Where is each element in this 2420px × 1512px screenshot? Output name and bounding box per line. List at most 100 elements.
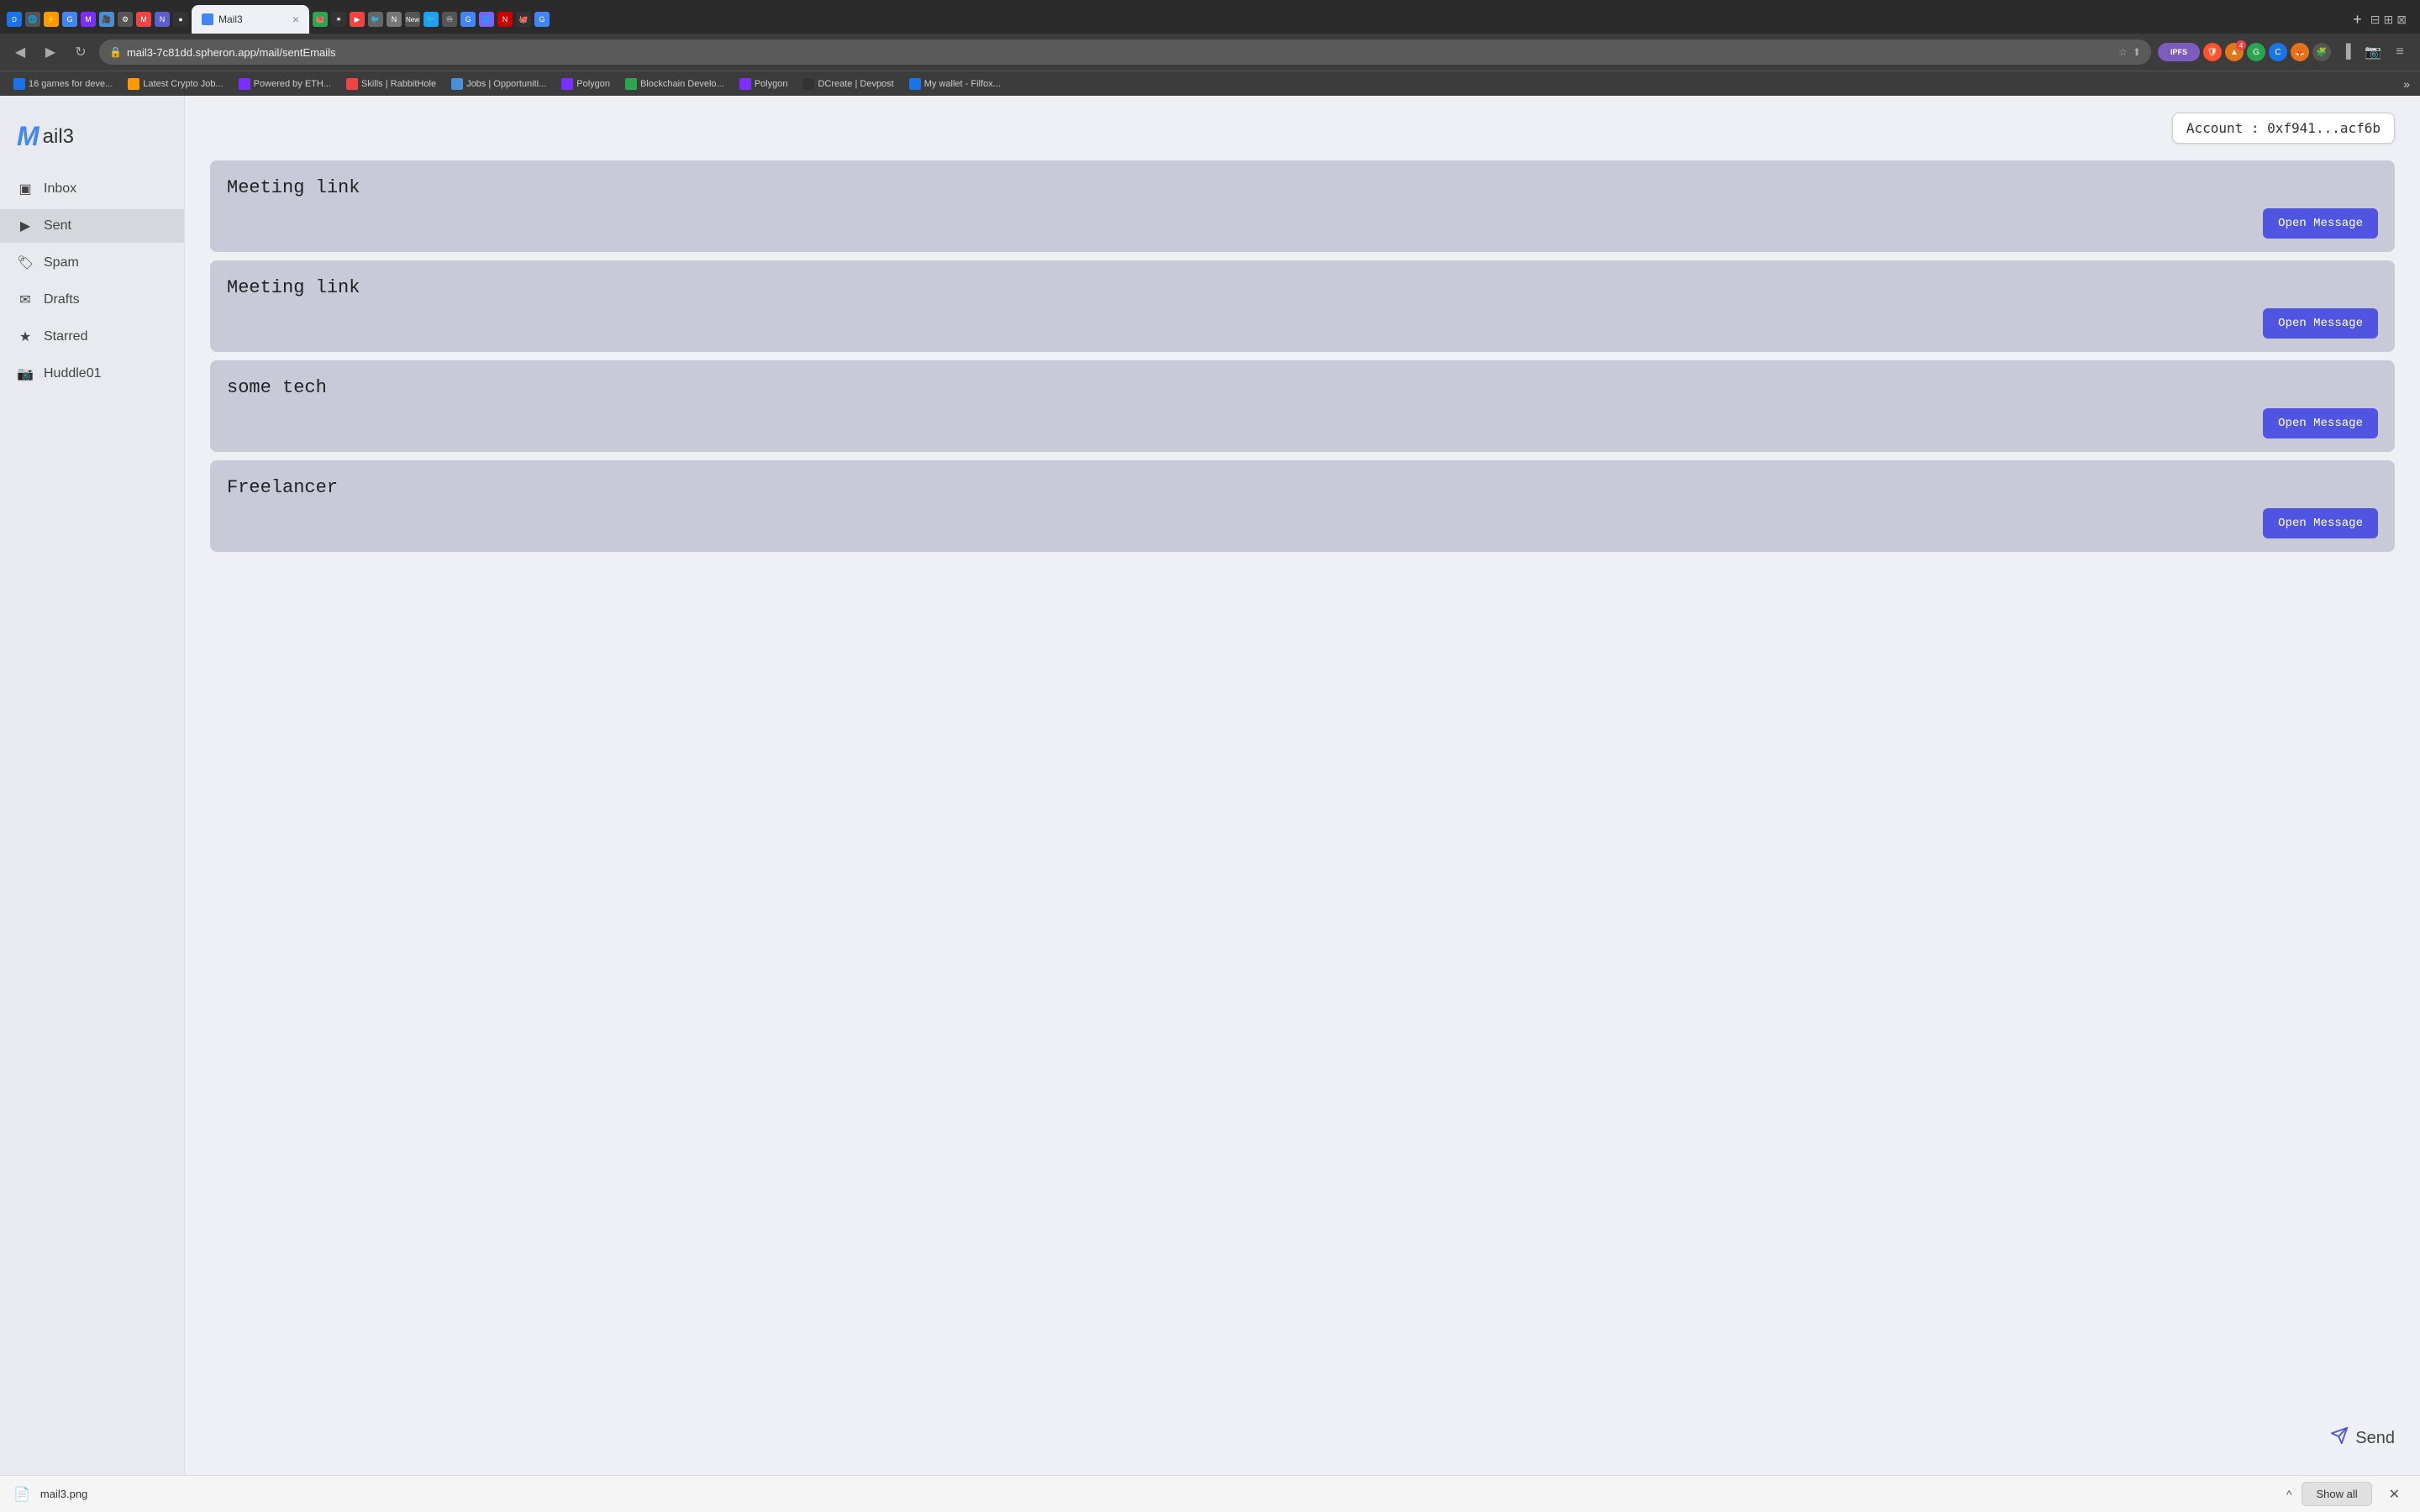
favicon-17: ♾ <box>442 12 457 27</box>
favicon-13: ▶ <box>350 12 365 27</box>
spam-icon: 🏷 <box>17 255 34 271</box>
favicon-1: D <box>7 12 22 27</box>
open-message-button-2[interactable]: Open Message <box>2263 308 2378 339</box>
bookmark-polygon2[interactable]: Polygon <box>733 76 795 92</box>
rewards-badge: 4 <box>2236 40 2246 50</box>
brave-shield[interactable]: 🛡 <box>2203 43 2222 61</box>
sidebar-label-drafts: Drafts <box>44 292 80 307</box>
send-label: Send <box>2355 1429 2395 1448</box>
bookmark-dev[interactable]: 16 games for deve... <box>7 76 119 92</box>
sidebar-label-sent: Sent <box>44 218 71 234</box>
send-area: Send <box>210 1410 2395 1458</box>
email-subject-4: Freelancer <box>227 477 2378 498</box>
share-icon[interactable]: ⬆ <box>2133 46 2141 58</box>
bookmark-favicon-crypto <box>128 78 139 90</box>
email-actions-2: Open Message <box>227 308 2378 339</box>
app-container: M ail3 ▣ Inbox ▶ Sent 🏷 Spam ✉ Drafts ★ … <box>0 96 2420 1475</box>
bookmark-favicon-dcreate <box>802 78 814 90</box>
favicon-2: 🌐 <box>25 12 40 27</box>
screenshot-icon[interactable]: 📷 <box>2361 40 2385 64</box>
bookmark-favicon-polygon2 <box>739 78 751 90</box>
favicon-15: N <box>387 12 402 27</box>
show-all-button[interactable]: Show all <box>2302 1482 2371 1506</box>
bookmarks-more[interactable]: » <box>2400 77 2413 91</box>
send-button[interactable]: Send <box>2330 1426 2395 1450</box>
bookmark-eth[interactable]: Powered by ETH... <box>232 76 338 92</box>
open-message-button-1[interactable]: Open Message <box>2263 208 2378 239</box>
sidebar-item-spam[interactable]: 🏷 Spam <box>0 246 184 280</box>
app-logo: M ail3 <box>17 121 167 152</box>
download-close-button[interactable]: ✕ <box>2382 1483 2407 1506</box>
sidebar-item-drafts[interactable]: ✉ Drafts <box>0 283 184 317</box>
favicon-19: 🌐 <box>479 12 494 27</box>
tab-bar: D 🌐 ⚡ G M 🎥 ⚙ M N ● Mail3 × 🐙 ✶ ▶ 🐦 N Ne… <box>0 0 2420 34</box>
ext-green[interactable]: G <box>2247 43 2265 61</box>
sidebar-item-inbox[interactable]: ▣ Inbox <box>0 172 184 206</box>
sidebar-label-huddle01: Huddle01 <box>44 366 102 381</box>
expand-icon[interactable]: ⊞ <box>2384 13 2394 27</box>
download-chevron-icon[interactable]: ^ <box>2286 1488 2292 1501</box>
favicon-14: 🐦 <box>368 12 383 27</box>
menu-icon[interactable]: ≡ <box>2388 40 2412 64</box>
favicon-22: G <box>534 12 550 27</box>
ipfs-label: IPFS <box>2170 48 2187 56</box>
drafts-icon: ✉ <box>17 291 34 308</box>
bookmark-favicon-polygon1 <box>561 78 573 90</box>
tab-close-mail3[interactable]: × <box>292 13 299 26</box>
open-message-button-3[interactable]: Open Message <box>2263 408 2378 438</box>
favicon-9: N <box>155 12 170 27</box>
sidebar-item-sent[interactable]: ▶ Sent <box>0 209 184 243</box>
tab-favicon-row: D 🌐 ⚡ G M 🎥 ⚙ M N ● Mail3 × 🐙 ✶ ▶ 🐦 N Ne… <box>7 5 2344 34</box>
sidebar-toggle[interactable]: ▐ <box>2334 40 2358 64</box>
sidebar-item-starred[interactable]: ★ Starred <box>0 320 184 354</box>
email-list: Meeting link Open Message Meeting link O… <box>210 160 2395 1410</box>
extension-area: IPFS 🛡 ▲ 4 G C 🦊 🧩 ▐ 📷 ≡ <box>2158 40 2412 64</box>
bookmark-favicon-eth <box>239 78 250 90</box>
bookmark-polygon1[interactable]: Polygon <box>555 76 617 92</box>
tab-controls: ⊟ ⊞ ⊠ <box>2370 13 2413 27</box>
starred-icon: ★ <box>17 328 34 345</box>
back-button[interactable]: ◀ <box>8 40 32 64</box>
sidebar: M ail3 ▣ Inbox ▶ Sent 🏷 Spam ✉ Drafts ★ … <box>0 96 185 1475</box>
file-icon: 📄 <box>13 1486 30 1503</box>
favicon-new: New <box>405 12 420 27</box>
forward-button[interactable]: ▶ <box>39 40 62 64</box>
email-subject-1: Meeting link <box>227 177 2378 198</box>
bookmark-label-polygon1: Polygon <box>576 79 610 89</box>
bookmark-dcreate[interactable]: DCreate | Devpost <box>796 76 900 92</box>
sidebar-item-huddle01[interactable]: 📷 Huddle01 <box>0 357 184 391</box>
favicon-10: ● <box>173 12 188 27</box>
bookmark-label-crypto: Latest Crypto Job... <box>143 79 223 89</box>
minimize-icon[interactable]: ⊟ <box>2370 13 2381 27</box>
bookmark-blockchain[interactable]: Blockchain Develo... <box>618 76 731 92</box>
ext-fox[interactable]: 🦊 <box>2291 43 2309 61</box>
bookmark-wallet[interactable]: My wallet - Filfox... <box>902 76 1007 92</box>
open-message-button-4[interactable]: Open Message <box>2263 508 2378 538</box>
bookmark-star-icon[interactable]: ☆ <box>2118 46 2128 58</box>
brave-rewards[interactable]: ▲ 4 <box>2225 43 2244 61</box>
bookmark-label-jobs: Jobs | Opportuniti... <box>466 79 546 89</box>
tab-mail3[interactable]: Mail3 × <box>192 5 309 34</box>
ipfs-extension[interactable]: IPFS <box>2158 43 2200 61</box>
email-subject-2: Meeting link <box>227 277 2378 298</box>
address-bar[interactable]: 🔒 mail3-7c81dd.spheron.app/mail/sentEmai… <box>99 39 2151 65</box>
reload-button[interactable]: ↻ <box>69 40 92 64</box>
new-tab-button[interactable]: + <box>2346 11 2369 29</box>
ext-blue[interactable]: C <box>2269 43 2287 61</box>
ext-puzzle[interactable]: 🧩 <box>2312 43 2331 61</box>
logo-text: ail3 <box>43 125 74 149</box>
bookmark-favicon-wallet <box>909 78 921 90</box>
bookmark-favicon-blockchain <box>625 78 637 90</box>
favicon-7: ⚙ <box>118 12 133 27</box>
inbox-icon: ▣ <box>17 181 34 197</box>
bookmark-rabbithole[interactable]: Skills | RabbitHole <box>339 76 443 92</box>
bookmark-jobs[interactable]: Jobs | Opportuniti... <box>445 76 553 92</box>
favicon-8: M <box>136 12 151 27</box>
close-window-icon[interactable]: ⊠ <box>2396 13 2407 27</box>
lock-icon: 🔒 <box>109 46 122 58</box>
bookmark-favicon-jobs <box>451 78 463 90</box>
bookmark-crypto[interactable]: Latest Crypto Job... <box>121 76 229 92</box>
sidebar-label-spam: Spam <box>44 255 79 270</box>
email-card-1: Meeting link Open Message <box>210 160 2395 252</box>
bookmark-favicon-dev <box>13 78 25 90</box>
